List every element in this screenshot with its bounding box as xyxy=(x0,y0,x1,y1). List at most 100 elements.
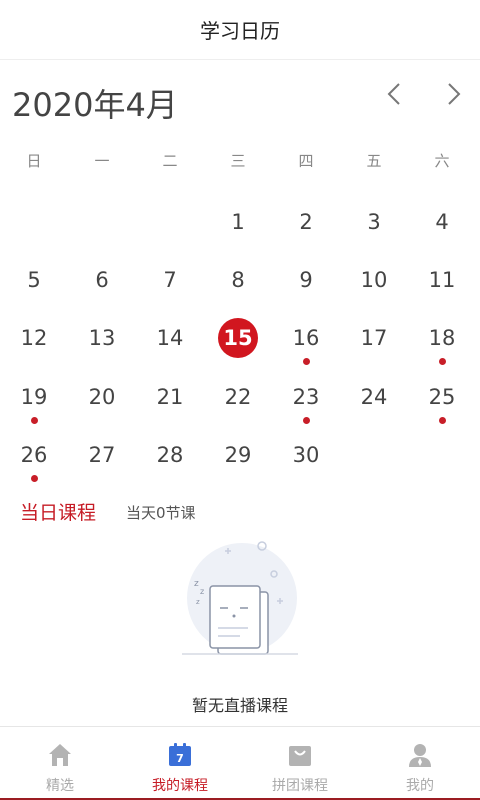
calendar-day[interactable]: 3 xyxy=(350,190,398,246)
chevron-right-icon xyxy=(448,83,461,105)
weekday-label: 一 xyxy=(94,152,110,170)
daily-courses-title: 当日课程 xyxy=(20,502,97,524)
calendar-day[interactable]: 23 xyxy=(282,365,330,424)
calendar-day[interactable]: 25 xyxy=(418,365,466,424)
course-indicator-dot xyxy=(303,358,310,365)
calendar-day[interactable]: 7 xyxy=(146,248,194,304)
tab-profile[interactable]: 我的 xyxy=(360,727,480,799)
svg-text:z: z xyxy=(200,587,204,596)
calendar-day[interactable]: 4 xyxy=(418,190,466,246)
empty-state-illustration: z z z xyxy=(182,541,298,655)
calendar-day[interactable]: 8 xyxy=(214,248,262,304)
svg-text:7: 7 xyxy=(176,752,184,765)
weekday-label: 四 xyxy=(298,152,314,170)
shopping-bag-icon xyxy=(289,746,311,766)
course-indicator-dot xyxy=(31,475,38,482)
empty-state-text: 暂无直播课程 xyxy=(191,696,288,715)
prev-month-button[interactable] xyxy=(374,74,414,114)
month-label: 2020年4月 xyxy=(12,86,178,124)
weekday-label: 二 xyxy=(162,152,178,170)
course-indicator-dot xyxy=(439,358,446,365)
calendar-day[interactable]: 28 xyxy=(146,423,194,479)
day-number: 13 xyxy=(88,326,116,350)
calendar-day[interactable]: 24 xyxy=(350,365,398,421)
day-number: 5 xyxy=(27,268,41,292)
weekday-label: 日 xyxy=(26,152,42,170)
daily-courses-header: 当日课程 当天0节课 xyxy=(0,496,480,526)
calendar-day[interactable]: 30 xyxy=(282,423,330,479)
svg-text:z: z xyxy=(196,598,200,606)
day-number: 11 xyxy=(428,268,456,292)
calendar-day-selected[interactable]: 15 xyxy=(214,306,262,362)
weekday-label: 三 xyxy=(230,152,246,170)
day-number: 28 xyxy=(156,443,184,467)
day-number: 29 xyxy=(224,443,252,467)
day-number: 30 xyxy=(292,443,320,467)
calendar-day[interactable]: 27 xyxy=(78,423,126,479)
calendar-day[interactable]: 26 xyxy=(10,423,58,482)
user-icon xyxy=(409,744,431,767)
calendar-day[interactable]: 19 xyxy=(10,365,58,424)
day-number: 12 xyxy=(20,326,48,350)
day-number: 21 xyxy=(156,385,184,409)
calendar-day[interactable]: 12 xyxy=(10,306,58,362)
day-number: 6 xyxy=(95,268,109,292)
calendar-grid: 1 2 3 4 5 6 7 8 9 10 11 12 13 14 15 16 17 18 19 20 21 22 23 24 2… xyxy=(0,190,480,482)
tab-label: 我的 xyxy=(406,778,434,794)
day-number: 4 xyxy=(435,210,449,234)
day-number: 17 xyxy=(360,326,388,350)
day-number: 25 xyxy=(428,385,456,409)
day-number: 3 xyxy=(367,210,381,234)
svg-text:z: z xyxy=(194,579,199,589)
tab-my-courses[interactable]: 7 我的课程 xyxy=(120,727,240,799)
calendar-day[interactable]: 9 xyxy=(282,248,330,304)
calendar-day[interactable]: 5 xyxy=(10,248,58,304)
calendar-icon: 7 xyxy=(169,743,191,766)
day-number: 27 xyxy=(88,443,116,467)
course-indicator-dot xyxy=(439,417,446,424)
day-number: 14 xyxy=(156,326,184,350)
tab-featured[interactable]: 精选 xyxy=(0,727,120,799)
day-number: 15 xyxy=(218,318,258,358)
day-number: 1 xyxy=(231,210,245,234)
calendar-day[interactable]: 17 xyxy=(350,306,398,362)
chevron-left-icon xyxy=(387,83,400,105)
day-number: 9 xyxy=(299,268,313,292)
calendar-day[interactable]: 20 xyxy=(78,365,126,421)
calendar-day[interactable]: 2 xyxy=(282,190,330,246)
month-header: 2020年4月 xyxy=(0,62,480,142)
day-number: 18 xyxy=(428,326,456,350)
tab-label: 我的课程 xyxy=(152,778,208,794)
day-number: 24 xyxy=(360,385,388,409)
calendar-day[interactable]: 29 xyxy=(214,423,262,479)
tab-group-courses[interactable]: 拼团课程 xyxy=(240,727,360,799)
next-month-button[interactable] xyxy=(434,74,474,114)
bottom-tab-bar: 精选 7 我的课程 拼团课程 我的 xyxy=(0,726,480,800)
weekday-label: 五 xyxy=(366,152,382,170)
calendar-day[interactable]: 6 xyxy=(78,248,126,304)
calendar-day[interactable]: 22 xyxy=(214,365,262,421)
day-number: 26 xyxy=(20,443,48,467)
day-number: 19 xyxy=(20,385,48,409)
tab-label: 精选 xyxy=(46,778,74,794)
day-number: 22 xyxy=(224,385,252,409)
tab-label: 拼团课程 xyxy=(272,778,328,794)
day-number: 23 xyxy=(292,385,320,409)
calendar-day[interactable]: 21 xyxy=(146,365,194,421)
day-number: 2 xyxy=(299,210,313,234)
weekday-label: 六 xyxy=(434,152,450,170)
day-number: 20 xyxy=(88,385,116,409)
calendar-day[interactable]: 11 xyxy=(418,248,466,304)
weekday-header: 日一二三四五六 xyxy=(0,150,480,178)
daily-courses-count: 当天0节课 xyxy=(126,504,196,522)
day-number: 7 xyxy=(163,268,177,292)
calendar-day[interactable]: 13 xyxy=(78,306,126,362)
calendar-day[interactable]: 16 xyxy=(282,306,330,365)
calendar-day[interactable]: 10 xyxy=(350,248,398,304)
home-icon xyxy=(49,744,71,766)
calendar-day[interactable]: 18 xyxy=(418,306,466,365)
day-number: 16 xyxy=(292,326,320,350)
calendar-day[interactable]: 14 xyxy=(146,306,194,362)
calendar-day[interactable]: 1 xyxy=(214,190,262,246)
title-bar: 学习日历 xyxy=(0,0,480,60)
